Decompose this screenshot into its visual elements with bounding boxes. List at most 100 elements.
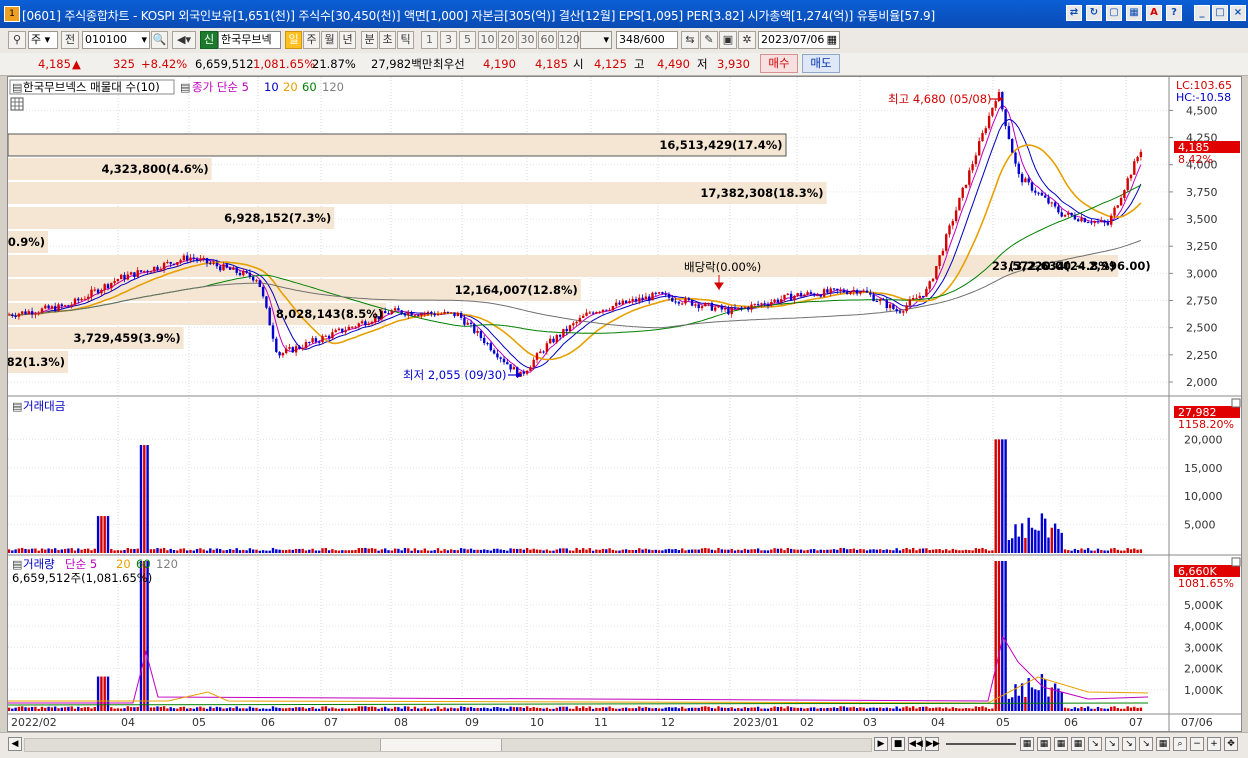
volume-pane-menu-icon[interactable]: ▤ [12, 558, 22, 571]
rewind-icon[interactable]: ◀◀ [908, 737, 923, 751]
period-year[interactable]: 년 [339, 31, 356, 49]
speaker-icon[interactable]: ◀▾ [172, 31, 196, 49]
ma-menu-icon[interactable]: ▤ [180, 81, 190, 94]
sell-button[interactable]: 매도 [802, 54, 840, 73]
candle-body [1100, 220, 1103, 222]
grid-icon-2[interactable]: ▦ [1037, 737, 1051, 751]
interval-60[interactable]: 60 [538, 31, 557, 49]
layout-icon[interactable]: ▦ [1156, 737, 1170, 751]
forward-icon[interactable]: ▶▶ [925, 737, 940, 751]
value-bar [1113, 547, 1116, 553]
code-input[interactable]: 010100 ▾ [82, 31, 150, 49]
horizontal-scrollbar[interactable] [24, 738, 872, 752]
draw-icon-3[interactable]: ↘ [1122, 737, 1136, 751]
period-day[interactable]: 일 [285, 31, 302, 49]
period-week[interactable]: 주 [303, 31, 320, 49]
chart-area[interactable]: 2022/02 04 05 06 07 08 09 10 11 12 2023/01 02 03 04 05… [7, 76, 1242, 732]
period-tick[interactable]: 틱 [397, 31, 414, 49]
stop-icon[interactable]: ■ [891, 737, 905, 751]
candle-body [195, 258, 199, 261]
value-bar [1093, 550, 1096, 553]
prev-button[interactable]: 전 [61, 31, 79, 49]
value-pane-menu-icon[interactable]: ▤ [12, 400, 22, 413]
move-icon[interactable]: ✥ [1224, 737, 1238, 751]
period-month[interactable]: 월 [321, 31, 338, 49]
table-icon[interactable] [10, 97, 24, 111]
close-button[interactable]: × [1230, 5, 1246, 21]
date-field[interactable]: 2023/07/06 ▦ [758, 31, 840, 49]
interval-10[interactable]: 10 [478, 31, 497, 49]
scroll-left-icon[interactable]: ◀ [8, 737, 22, 751]
zoom-in-icon[interactable]: + [1207, 737, 1221, 751]
interval-5[interactable]: 5 [459, 31, 476, 49]
volume-bar [334, 708, 337, 711]
interval-3[interactable]: 3 [440, 31, 457, 49]
candle-body [433, 313, 436, 316]
volume-bar [516, 707, 519, 711]
candle-body [67, 305, 70, 307]
volume-tick-label: 4,000K [1184, 620, 1223, 633]
interval-dropdown[interactable]: ▾ [580, 31, 612, 49]
value-bar [453, 549, 456, 553]
pane-menu-icon[interactable]: ▤ [12, 81, 22, 94]
grid-icon-1[interactable]: ▦ [1020, 737, 1034, 751]
volume-bar [918, 707, 921, 711]
pin-icon[interactable]: ⚲ [8, 31, 26, 49]
window-icon[interactable]: ▢ [1106, 5, 1122, 21]
volume-bar [1100, 708, 1103, 711]
period-second[interactable]: 초 [379, 31, 396, 49]
value-bar [502, 549, 506, 553]
scrollbar-thumb[interactable] [380, 739, 502, 751]
candle-body [842, 289, 846, 293]
font-icon[interactable]: A [1146, 5, 1162, 21]
refresh-icon[interactable]: ↻ [1086, 5, 1102, 21]
interval-30[interactable]: 30 [518, 31, 537, 49]
volume-bar [469, 706, 473, 711]
volume-bar [11, 708, 14, 711]
volume-pane-close-icon[interactable] [1231, 557, 1241, 567]
grid-icon-3[interactable]: ▦ [1054, 737, 1068, 751]
candle-body [885, 300, 888, 309]
minimize-button[interactable]: _ [1194, 5, 1210, 21]
value-bar [984, 549, 987, 553]
interval-20[interactable]: 20 [498, 31, 517, 49]
buy-button[interactable]: 매수 [760, 54, 798, 73]
value-bar [318, 550, 321, 553]
volume-bar [14, 707, 17, 711]
period-minute[interactable]: 분 [361, 31, 378, 49]
value-bar [110, 548, 113, 553]
candle-body [1027, 178, 1030, 183]
value-bar [120, 550, 123, 553]
interval-120[interactable]: 120 [558, 31, 580, 49]
value-bar [456, 550, 459, 553]
value-bar [809, 549, 813, 553]
zoom-out-icon[interactable]: − [1190, 737, 1204, 751]
search-icon[interactable]: 🔍 [151, 31, 168, 49]
value-bar [750, 549, 753, 553]
arrows-icon[interactable]: ⇆ [681, 31, 699, 49]
draw-icon-1[interactable]: ↘ [1088, 737, 1102, 751]
volume-bar [387, 708, 390, 711]
zoom-slider[interactable] [946, 743, 1016, 746]
volume-bar [384, 706, 387, 711]
value-pane-close-icon[interactable] [1231, 398, 1241, 408]
grid-icon-4[interactable]: ▦ [1071, 737, 1085, 751]
settings-icon[interactable]: ✲ [738, 31, 756, 49]
save-icon[interactable]: ▣ [719, 31, 737, 49]
count-field[interactable]: 348/600 [616, 31, 678, 49]
price-tick-label: 3,000 [1186, 267, 1218, 280]
scroll-right-icon[interactable]: ▶ [874, 737, 888, 751]
chart-icon[interactable]: ▦ [1126, 5, 1142, 21]
link-icon[interactable]: ⇄ [1066, 5, 1082, 21]
candle-body [1030, 182, 1034, 191]
zoom-icon[interactable]: ⌕ [1173, 737, 1187, 751]
interval-1[interactable]: 1 [421, 31, 438, 49]
stock-chart[interactable]: 2022/02 04 05 06 07 08 09 10 11 12 2023/01 02 03 04 05… [8, 77, 1241, 731]
draw-icon-4[interactable]: ↘ [1139, 737, 1153, 751]
x-tick-label: 2023/01 [733, 716, 779, 729]
help-icon[interactable]: ? [1166, 5, 1182, 21]
maximize-button[interactable]: □ [1212, 5, 1228, 21]
draw-icon-2[interactable]: ↘ [1105, 737, 1119, 751]
market-select[interactable]: 주 ▾ [28, 31, 58, 49]
tool-icon[interactable]: ✎ [700, 31, 718, 49]
